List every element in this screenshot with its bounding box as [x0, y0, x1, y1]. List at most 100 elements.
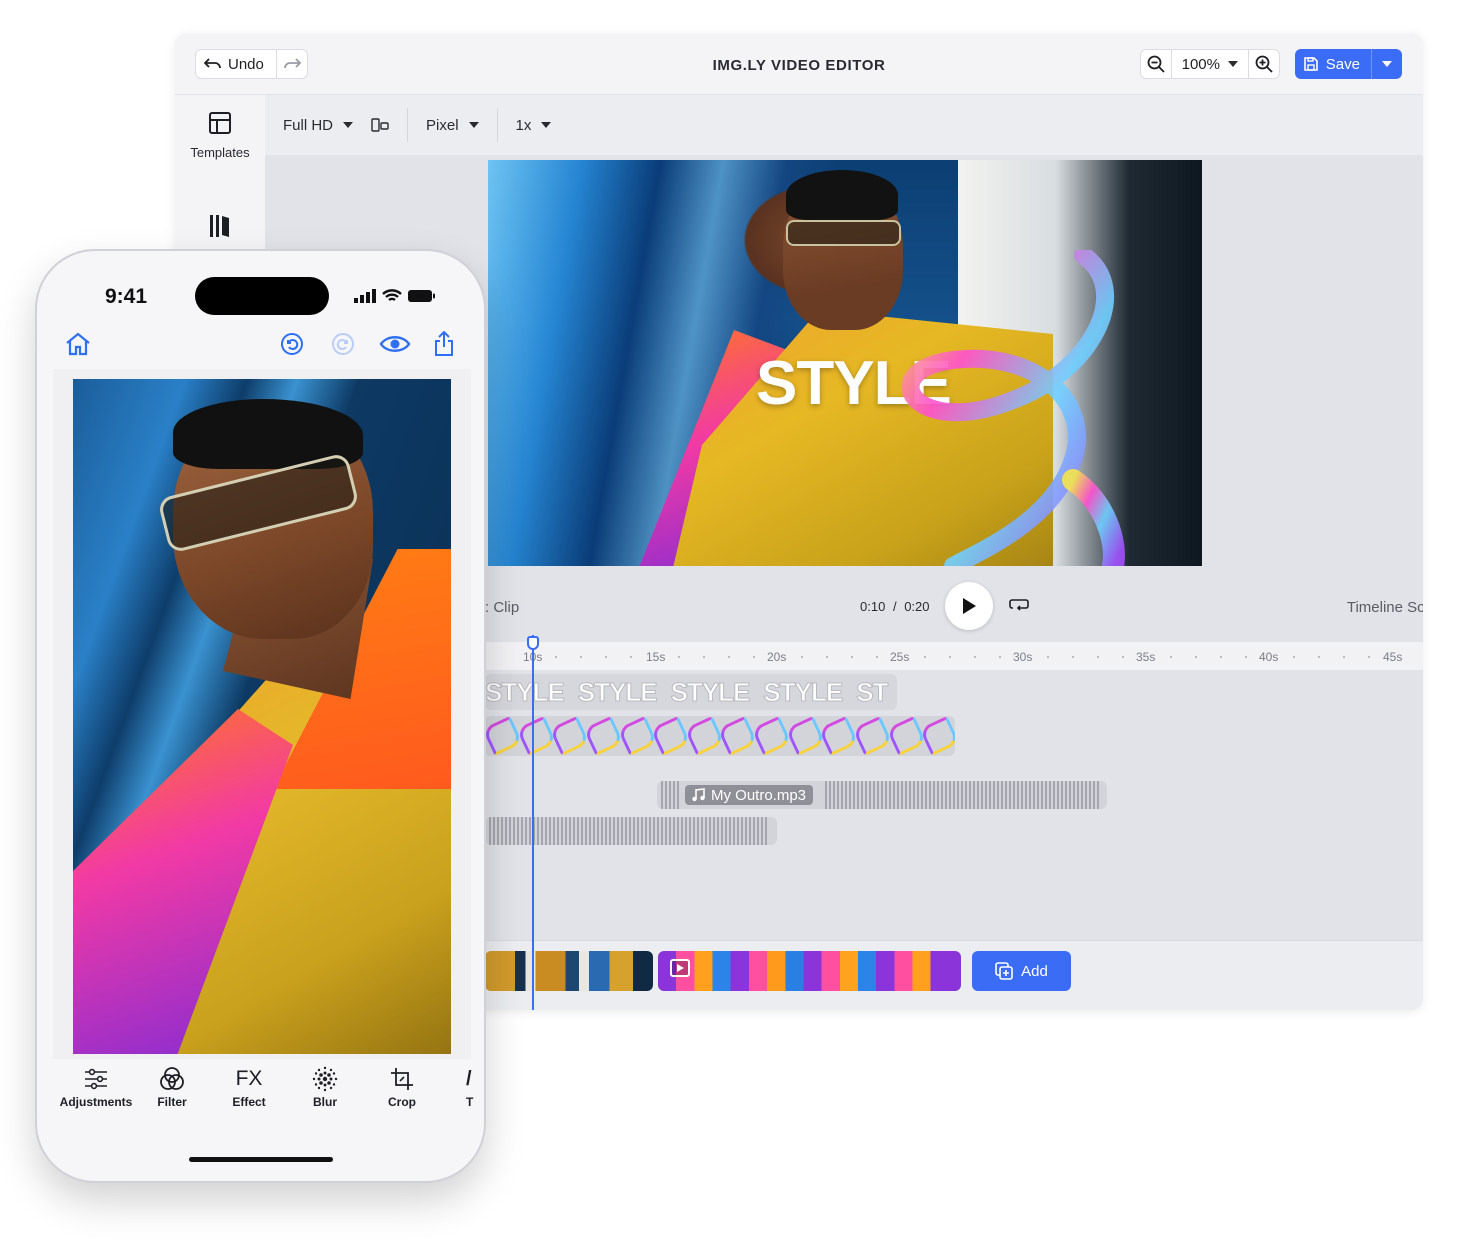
resolution-select[interactable]: Full HD [265, 107, 371, 143]
tab-label: T [466, 1095, 474, 1109]
blur-icon [312, 1066, 338, 1092]
tab-effect[interactable]: FX Effect [210, 1063, 288, 1109]
scale-select[interactable]: 1x [498, 107, 570, 143]
text-clip-word: ST [856, 676, 889, 707]
zoom-out-icon [1147, 55, 1165, 73]
save-group: Save [1294, 49, 1402, 79]
tab-adjustments[interactable]: Adjustments [57, 1063, 135, 1109]
ruler-tick: 35s [1136, 650, 1156, 664]
aspect-lock-button[interactable] [371, 107, 407, 143]
chevron-down-icon [1382, 61, 1392, 67]
save-button[interactable]: Save [1295, 49, 1372, 79]
sidebar-item-library[interactable] [175, 213, 265, 242]
crop-icon [391, 1068, 413, 1090]
tab-label: Blur [313, 1095, 337, 1109]
mobile-top-toolbar [37, 323, 484, 369]
filter-icon [160, 1067, 184, 1090]
preview-button[interactable] [378, 329, 412, 359]
tab-label: Adjustments [59, 1095, 133, 1109]
zoom-in-icon [1255, 55, 1273, 73]
video-clip-2[interactable] [658, 951, 961, 991]
unit-value: Pixel [426, 116, 459, 134]
zoom-in-button[interactable] [1249, 50, 1279, 78]
current-time: 0:10 [860, 599, 886, 614]
sidebar-item-templates[interactable]: Templates [175, 111, 265, 160]
share-icon [435, 331, 453, 356]
status-time: 9:41 [105, 285, 148, 308]
eye-icon [379, 336, 411, 352]
time-display: 0:10 / 0:20 [860, 599, 930, 614]
sunglasses [786, 220, 901, 246]
total-duration: 0:20 [904, 599, 930, 614]
loop-button[interactable] [1009, 596, 1029, 619]
text-icon: / [466, 1067, 472, 1090]
share-button[interactable] [429, 329, 459, 359]
audio-waveform [825, 781, 1099, 809]
library-icon [210, 215, 229, 237]
timeline-scale-label[interactable]: Timeline Sca [1347, 599, 1423, 616]
wifi-icon [382, 289, 402, 302]
playhead-handle[interactable] [527, 636, 539, 650]
text-clip-word: STYLE [670, 676, 751, 707]
video-clip-icon [670, 959, 690, 977]
tab-label: Filter [157, 1095, 187, 1109]
playhead-line [532, 635, 534, 1010]
add-media-icon [995, 962, 1013, 980]
home-icon [66, 332, 90, 356]
audio-waveform [489, 817, 769, 845]
ruler-tick: 40s [1259, 650, 1279, 664]
text-clip-word: STYLE [485, 676, 565, 707]
templates-icon [209, 112, 231, 134]
zoom-out-button[interactable] [1141, 50, 1171, 78]
ruler-tick: 15s [646, 650, 666, 664]
status-icons [354, 289, 436, 303]
timeline-ruler[interactable]: 10s 15s 20s 25s 30s 35s 40s 45s [485, 642, 1423, 670]
mobile-editor: 9:41 Adjustments Filter FX Effect Blur C… [35, 249, 486, 1183]
chevron-down-icon [468, 122, 479, 128]
chevron-down-icon [541, 122, 552, 128]
tab-blur[interactable]: Blur [286, 1063, 364, 1109]
undo-circle-icon [281, 333, 303, 355]
add-label: Add [1021, 962, 1048, 980]
fx-icon: FX [235, 1067, 263, 1090]
video-preview[interactable]: STYLE [488, 160, 1202, 566]
text-clip-track[interactable]: STYLE STYLE STYLE STYLE ST [485, 674, 897, 710]
zoom-select[interactable]: 100% [1170, 50, 1249, 78]
audio-clip-outro[interactable]: My Outro.mp3 [657, 781, 1107, 809]
home-indicator [189, 1157, 333, 1162]
clip-label: : Clip [485, 599, 520, 616]
sticker-clip-track[interactable] [485, 716, 955, 756]
tab-label: Effect [232, 1095, 266, 1109]
resolution-value: Full HD [283, 116, 334, 134]
save-options-button[interactable] [1372, 49, 1402, 79]
adjustments-icon [85, 1068, 107, 1090]
unit-select[interactable]: Pixel [408, 107, 497, 143]
add-clip-button[interactable]: Add [972, 951, 1071, 991]
redo-button[interactable] [328, 329, 358, 359]
play-button[interactable] [945, 582, 993, 630]
dynamic-island [195, 277, 329, 315]
photo-preview[interactable] [73, 379, 451, 1054]
chevron-down-icon [343, 122, 354, 128]
scale-value: 1x [515, 116, 532, 134]
tab-filter[interactable]: Filter [133, 1063, 211, 1109]
loop-icon [1009, 599, 1029, 611]
undo-button[interactable] [277, 329, 307, 359]
time-separator: / [892, 599, 897, 614]
ruler-tick: 25s [890, 650, 910, 664]
audio-clip-2[interactable] [485, 817, 777, 845]
audio-filename: My Outro.mp3 [711, 786, 807, 804]
ribbon-sticker[interactable] [833, 250, 1133, 566]
sidebar-item-label: Templates [190, 145, 250, 160]
save-icon [1303, 57, 1318, 71]
ruler-tick: 30s [1013, 650, 1033, 664]
aspect-ratio-icon [371, 118, 389, 132]
tab-text[interactable]: / T [428, 1063, 484, 1110]
format-toolbar: Full HD Pixel 1x [265, 95, 1423, 155]
ruler-tick: 20s [767, 650, 787, 664]
home-button[interactable] [63, 329, 93, 359]
video-clip-1[interactable] [485, 951, 653, 991]
mobile-tool-tabs: Adjustments Filter FX Effect Blur Crop /… [37, 1063, 484, 1133]
battery-icon [408, 290, 435, 302]
mobile-canvas [53, 369, 471, 1059]
